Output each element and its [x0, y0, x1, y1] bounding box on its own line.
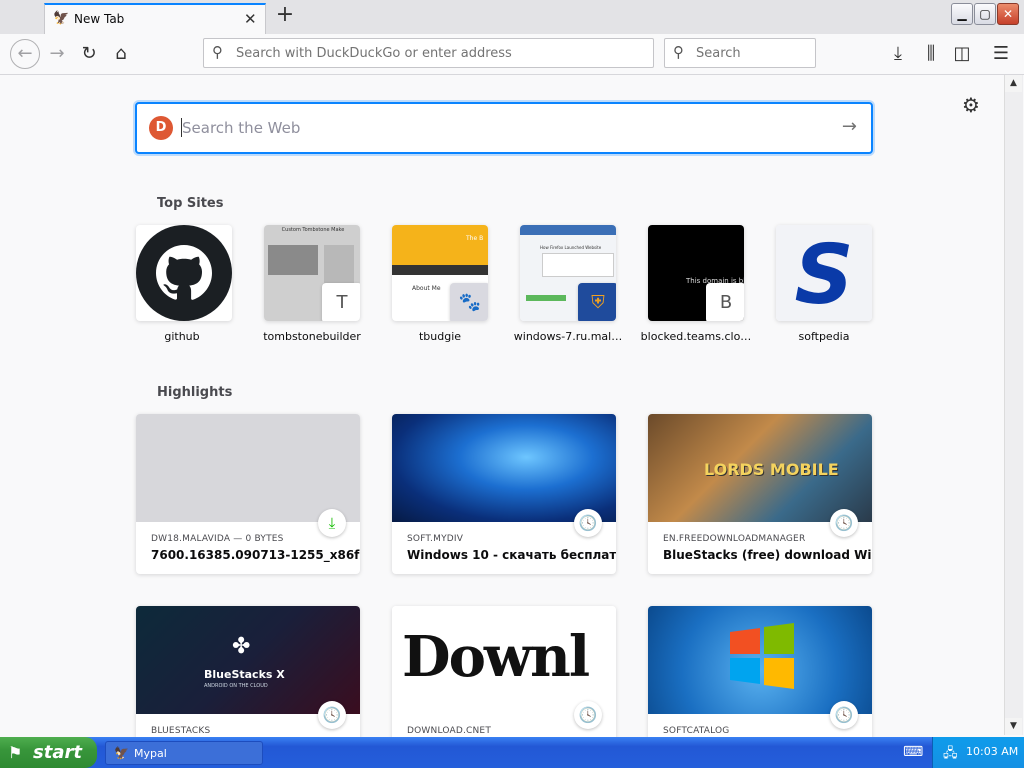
top-site-label: github — [164, 330, 200, 343]
search-bar[interactable]: ⚲ Search — [664, 38, 816, 68]
highlight-thumbnail — [136, 606, 360, 714]
top-site-tbudgie[interactable]: The B About Me 🐾 — [392, 225, 488, 321]
customize-gear-icon[interactable]: ⚙ — [962, 93, 980, 117]
highlight-context: SOFT.MYDIV — [407, 534, 464, 544]
clock-icon: 🕓 — [574, 509, 602, 537]
thumbnail-heading: Ноw Firefox Launched Website — [540, 245, 602, 250]
vertical-scrollbar[interactable]: ▲ ▼ — [1004, 75, 1023, 735]
highlight-context: SOFTCATALOG — [663, 726, 730, 736]
thumbnail-panel — [542, 253, 614, 277]
taskbar-item-label: Mypal — [134, 747, 167, 760]
clock-icon: 🕓 — [830, 509, 858, 537]
mypal-icon: 🦅 — [114, 746, 129, 760]
top-site-softpedia[interactable]: S — [776, 225, 872, 321]
url-placeholder: Search with DuckDuckGo or enter address — [236, 46, 512, 61]
thumbnail-logo-text: BlueStacks X — [204, 668, 285, 681]
home-button[interactable]: ⌂ — [109, 42, 133, 66]
search-icon: ⚲ — [212, 43, 223, 61]
scroll-up-arrow-icon[interactable]: ▲ — [1005, 75, 1022, 92]
highlight-context: BLUESTACKS — [151, 726, 211, 736]
highlight-card[interactable]: ⤓ DW18.MALAVIDA — 0 BYTES 7600.16385.090… — [136, 414, 360, 574]
site-letter-icon: B — [706, 283, 744, 321]
top-site-tombstonebuilder[interactable]: Custom Tombstone Make T — [264, 225, 360, 321]
search-placeholder: Search — [696, 46, 741, 61]
svg-text:S: S — [794, 228, 853, 321]
tab-new-tab[interactable]: 🦅 New Tab ✕ — [44, 3, 266, 34]
thumbnail-photo — [268, 245, 318, 275]
top-site-label: tbudgie — [418, 330, 462, 343]
highlight-context: DOWNLOAD.CNET — [407, 726, 492, 736]
softpedia-logo-icon: S — [776, 225, 872, 321]
thumbnail-heading: The B — [466, 235, 484, 242]
thumbnail-logo-text: Downl — [402, 624, 590, 690]
top-site-label: blocked.teams.clo… — [640, 330, 752, 343]
start-label: start — [33, 742, 82, 763]
top-site-label: softpedia — [798, 330, 850, 343]
clock[interactable]: 10:03 AM — [966, 745, 1018, 758]
top-site-label: tombstonebuilder — [263, 330, 361, 343]
clock-icon: 🕓 — [830, 701, 858, 729]
highlight-context: DW18.MALAVIDA — 0 BYTES — [151, 534, 284, 544]
highlight-context: EN.FREEDOWNLOADMANAGER — [663, 534, 806, 544]
highlight-title: BlueStacks (free) download Win… — [663, 548, 872, 562]
web-search-placeholder: Search the Web — [182, 119, 301, 137]
network-icon[interactable]: 🖧 — [943, 744, 958, 766]
search-icon: ⚲ — [673, 43, 684, 61]
site-thumbnail — [392, 225, 488, 265]
windows-logo-icon — [730, 623, 794, 689]
mcafee-shield-icon: ⛨ — [578, 283, 616, 321]
thumbnail-bar — [526, 295, 566, 301]
taskbar-item-mypal[interactable]: 🦅 Mypal — [105, 741, 263, 765]
highlights-heading: Highlights — [157, 385, 233, 400]
url-bar[interactable]: ⚲ Search with DuckDuckGo or enter addres… — [203, 38, 654, 68]
site-favicon-icon: 🐾 — [450, 283, 488, 321]
top-site-github[interactable] — [136, 225, 232, 321]
new-tab-button[interactable]: + — [274, 4, 296, 28]
menu-button[interactable]: ☰ — [989, 42, 1013, 66]
reload-button[interactable]: ↻ — [77, 42, 101, 66]
forward-button[interactable]: → — [45, 42, 69, 66]
tab-title: New Tab — [74, 12, 125, 26]
maximize-button[interactable]: ▢ — [974, 3, 996, 25]
highlight-thumbnail — [136, 414, 360, 522]
top-site-windows-7[interactable]: Ноw Firefox Launched Website ⛨ — [520, 225, 616, 321]
start-button[interactable]: ⚑ start — [0, 737, 97, 768]
thumbnail-heading: About Me — [412, 285, 441, 292]
sidebar-button[interactable]: ◫ — [950, 42, 974, 66]
highlight-card[interactable]: 🕓 SOFT.MYDIV Windows 10 - скачать беспла… — [392, 414, 616, 574]
download-icon: ⤓ — [318, 509, 346, 537]
thumbnail-heading: Custom Tombstone Make — [281, 227, 345, 233]
downloads-button[interactable]: ⤓ — [886, 42, 910, 66]
top-sites-heading: Top Sites — [157, 196, 224, 211]
scroll-down-arrow-icon[interactable]: ▼ — [1005, 718, 1022, 735]
mypal-icon: 🦅 — [53, 11, 70, 26]
keyboard-icon[interactable]: ⌨ — [903, 744, 923, 760]
highlight-title: 7600.16385.090713-1255_x86fr… — [151, 548, 360, 562]
library-button[interactable]: ⫼ — [919, 42, 943, 66]
thumbnail-navbar — [392, 265, 488, 275]
highlight-title: Windows 10 - скачать бесплатн… — [407, 548, 616, 562]
minimize-button[interactable]: ▁ — [951, 3, 973, 25]
highlight-card[interactable]: LORDS MOBILE 🕓 EN.FREEDOWNLOADMANAGER Bl… — [648, 414, 872, 574]
system-tray: 🖧 10:03 AM — [932, 737, 1024, 768]
duckduckgo-logo-icon: D — [149, 116, 173, 140]
clock-icon: 🕓 — [318, 701, 346, 729]
highlight-thumbnail — [392, 414, 616, 522]
github-logo-icon — [136, 225, 232, 321]
arrow-right-icon[interactable]: → — [842, 116, 857, 137]
bluestacks-logo-icon: ✤ — [232, 634, 251, 659]
close-tab-icon[interactable]: ✕ — [244, 10, 257, 28]
site-letter-icon: T — [322, 283, 360, 321]
windows-flag-icon: ⚑ — [8, 743, 23, 762]
thumbnail-photo — [324, 245, 354, 285]
top-site-label: windows-7.ru.mal… — [513, 330, 623, 343]
web-search-input[interactable]: D Search the Web → — [135, 102, 873, 154]
clock-icon: 🕓 — [574, 701, 602, 729]
close-window-button[interactable]: ✕ — [997, 3, 1019, 25]
back-button[interactable]: ← — [10, 39, 40, 69]
thumbnail-logo-text: LORDS MOBILE — [704, 460, 839, 479]
top-site-blocked-teams[interactable]: This domain is bloc B — [648, 225, 744, 321]
thumbnail-header — [520, 225, 616, 235]
thumbnail-subtitle: ANDROID ON THE CLOUD — [204, 683, 268, 689]
